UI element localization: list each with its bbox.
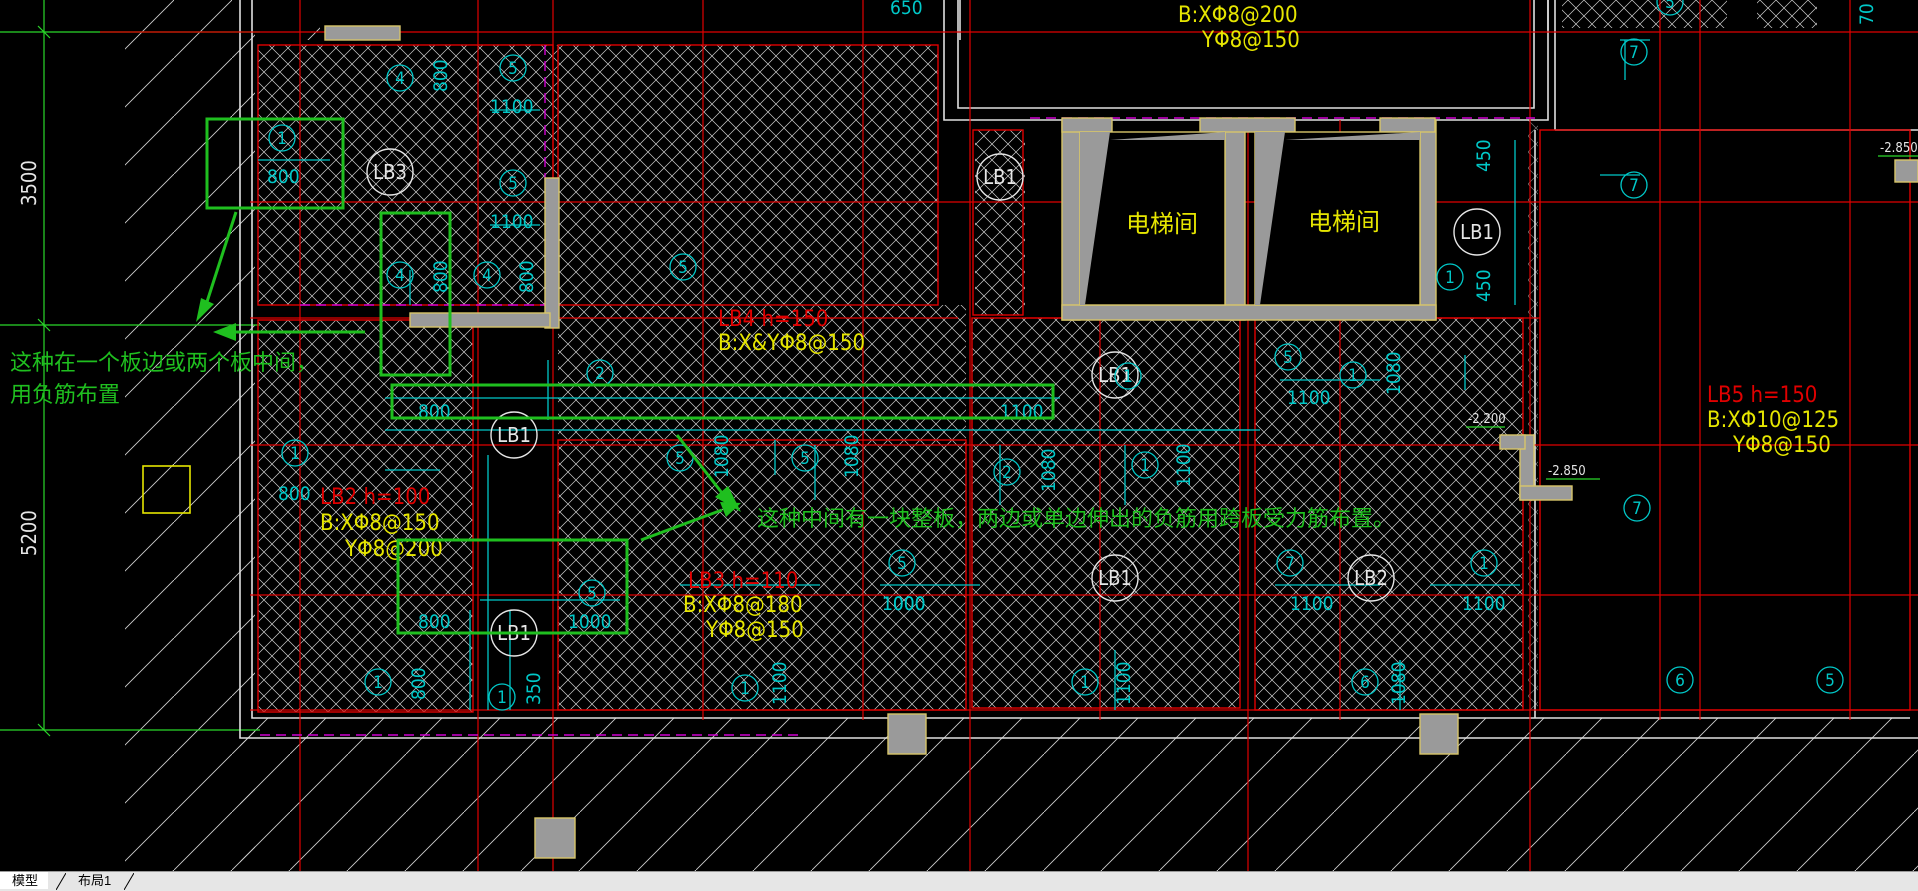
- rebar-length: 1000: [882, 593, 926, 615]
- rebar-length: 1080: [1383, 352, 1405, 396]
- rebar-length: 1100: [1287, 387, 1331, 409]
- top-slab-y-rebar: YΦ8@150: [1201, 28, 1300, 53]
- lb3-slab-name: LB3 h=110: [688, 569, 798, 594]
- rebar-length: 1000: [568, 611, 612, 633]
- top-slab-x-rebar: B:XΦ8@200: [1178, 3, 1298, 28]
- rebar-mark: 1: [1348, 366, 1358, 386]
- rebar-length: 800: [278, 483, 311, 505]
- tab-layout1[interactable]: 布局1: [66, 872, 121, 889]
- rebar-length: 1100: [769, 662, 791, 706]
- rebar-length: 800: [516, 260, 538, 293]
- rebar-mark: 5: [1825, 671, 1835, 691]
- rebar-mark: 1: [373, 673, 383, 693]
- lb2-slab-x-rebar: B:XΦ8@150: [320, 511, 440, 536]
- rebar-length: 1100: [1173, 444, 1195, 488]
- rebar-length: 1100: [490, 96, 534, 118]
- rebar-mark: 5: [508, 174, 518, 194]
- rebar-mark: 1: [1479, 554, 1489, 574]
- note-left-line2: 用负筋布置: [10, 383, 120, 408]
- rebar-mark: 4: [395, 266, 405, 286]
- rebar-mark: 5: [675, 449, 685, 469]
- rebar-mark: 1: [290, 444, 300, 464]
- rebar-mark: 7: [1629, 176, 1639, 196]
- lb1-tag-2: LB1: [1460, 220, 1494, 244]
- rebar-mark: 7: [1285, 554, 1295, 574]
- rebar-mark: 1: [497, 688, 507, 708]
- elevator-room-right-label: 电梯间: [1308, 208, 1380, 236]
- rebar-length: 450: [1473, 269, 1495, 302]
- rebar-length: 1100: [1000, 401, 1044, 423]
- level-mark-right-top: -2.850: [1880, 141, 1918, 156]
- lb1-tag-1: LB1: [983, 165, 1017, 189]
- tab-separator-icon: [124, 873, 134, 890]
- cad-drawing-canvas[interactable]: 3500 5200 电梯间 电梯间 B:XΦ8@200 YΦ8@150 LB4 …: [0, 0, 1918, 871]
- rebar-mark: 1: [1123, 367, 1133, 387]
- lb4-slab-name: LB4 h=150: [718, 307, 828, 332]
- rebar-length: 800: [430, 59, 452, 92]
- rebar-mark: 5: [587, 584, 597, 604]
- rebar-mark: 5: [897, 554, 907, 574]
- dimension-5200: 5200: [17, 510, 41, 556]
- rebar-mark: 1: [277, 129, 287, 149]
- level-mark-mid-1: -2.200: [1468, 412, 1506, 427]
- rebar-mark: 2: [595, 364, 605, 384]
- rebar-length: 350: [523, 672, 545, 705]
- lb1-tag-4: LB1: [497, 423, 531, 447]
- rebar-length: 1080: [1038, 449, 1060, 493]
- rebar-mark: 6: [1675, 671, 1685, 691]
- lb3-tag: LB3: [373, 160, 407, 184]
- rebar-mark: 4: [482, 266, 492, 286]
- rebar-length: 1100: [1462, 593, 1506, 615]
- lb1-tag-5: LB1: [1098, 566, 1132, 590]
- rebar-length: 800: [418, 611, 451, 633]
- rebar-mark: 1: [1080, 673, 1090, 693]
- note-left-line1: 这种在一个板边或两个板中间，: [10, 351, 318, 376]
- rebar-length: 1100: [1113, 662, 1135, 706]
- rebar-length: 450: [1473, 139, 1495, 172]
- rebar-mark: 5: [1283, 348, 1293, 368]
- rebar-mark: 5: [678, 258, 688, 278]
- rebar-length: 800: [267, 166, 300, 188]
- tab-model[interactable]: 模型: [0, 872, 49, 889]
- rebar-mark: 1: [1445, 268, 1455, 288]
- rebar-mark: 7: [1629, 43, 1639, 63]
- lb5-slab-y-rebar: YΦ8@150: [1732, 433, 1831, 458]
- level-mark-mid-2: -2.850: [1548, 464, 1586, 479]
- rebar-length: 70: [1856, 3, 1878, 25]
- lb2-slab-name: LB2 h=100: [320, 485, 430, 510]
- lb5-slab-name: LB5 h=150: [1707, 383, 1817, 408]
- rebar-mark: 5: [800, 449, 810, 469]
- lb4-slab-rebar: B:X&YΦ8@150: [718, 331, 865, 356]
- rebar-length: 1100: [1290, 593, 1334, 615]
- rebar-mark: 5: [508, 59, 518, 79]
- rebar-length: 800: [408, 667, 430, 700]
- tab-separator-icon: [56, 873, 66, 890]
- rebar-mark: 2: [1002, 463, 1012, 483]
- elevator-room-left-label: 电梯间: [1126, 210, 1198, 238]
- rebar-length: 1080: [711, 435, 733, 479]
- lb3-slab-x-rebar: B:XΦ8@180: [683, 593, 803, 618]
- rebar-mark: 7: [1632, 499, 1642, 519]
- dimension-3500: 3500: [17, 160, 41, 206]
- note-middle: 这种中间有一块整板，两边或单边伸出的负筋用跨板受力筋布置。: [757, 507, 1395, 532]
- rebar-length: 1100: [490, 211, 534, 233]
- rebar-mark: 5: [1665, 0, 1675, 13]
- lb3-slab-y-rebar: YΦ8@150: [705, 618, 804, 643]
- rebar-mark: 1: [1140, 456, 1150, 476]
- lb5-slab-x-rebar: B:XΦ10@125: [1707, 408, 1839, 433]
- layout-tab-bar: 模型 布局1: [0, 871, 1918, 891]
- rebar-mark: 1: [740, 679, 750, 699]
- rebar-mark: 6: [1360, 673, 1370, 693]
- rebar-length: 800: [418, 401, 451, 423]
- rebar-mark: 4: [395, 69, 405, 89]
- rebar-length: 1080: [841, 435, 863, 479]
- lb2-tag: LB2: [1354, 566, 1388, 590]
- rebar-length: 650: [890, 0, 923, 19]
